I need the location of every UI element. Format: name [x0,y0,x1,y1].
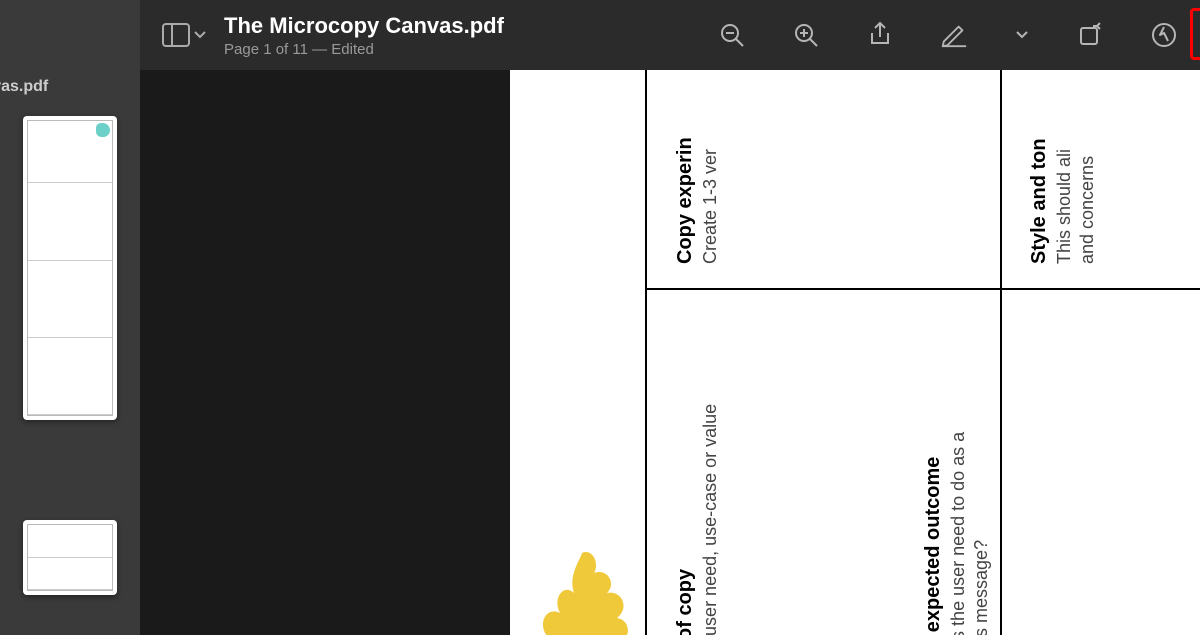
cell-purpose-of-copy: rpose of copy fine the user need, use-ca… [674,404,721,635]
main-area: The Microcopy Canvas.pdf Page 1 of 11 — … [140,0,1200,635]
rotate-button[interactable] [1076,21,1104,49]
title-block: The Microcopy Canvas.pdf Page 1 of 11 — … [224,13,504,58]
app-window: Canvas.pdf The Microcopy Canva [0,0,1200,635]
cell-copy-experiments: Copy experin Create 1-3 ver [674,137,721,264]
sidebar-filename-cut: Canvas.pdf [0,78,140,96]
toolbar-actions [718,21,1178,49]
document-viewport[interactable]: Copy experin Create 1-3 ver Style and to… [140,70,1200,635]
cell-action-outcome: tion or expected outcome hat does the us… [922,432,992,635]
sidebar-toggle-button[interactable] [162,23,206,47]
thumbnail-sidebar: Canvas.pdf [0,0,140,635]
sidebar-view-icon [162,23,190,47]
grid-line [1000,70,1002,635]
search-icon [1151,22,1177,48]
share-icon [868,21,892,49]
markup-icon [940,22,968,48]
share-button[interactable] [866,21,894,49]
zoom-in-icon [793,22,819,48]
annotation-highlight-box [1190,8,1200,60]
paint-splat-decor [532,548,632,635]
page-thumbnail-2[interactable] [23,520,117,595]
toolbar: The Microcopy Canvas.pdf Page 1 of 11 — … [140,0,1200,70]
document-subtitle: Page 1 of 11 — Edited [224,41,504,58]
chevron-down-icon [194,31,206,39]
grid-line [645,288,1200,290]
search-button[interactable] [1150,21,1178,49]
markup-menu-button[interactable] [1014,21,1030,49]
chevron-down-icon [1015,30,1029,40]
zoom-in-button[interactable] [792,21,820,49]
rotate-icon [1077,22,1103,48]
cell-style-tone: Style and ton This should ali and concer… [1028,138,1098,264]
zoom-out-icon [719,22,745,48]
markup-button[interactable] [940,21,968,49]
grid-line [645,70,647,635]
zoom-out-button[interactable] [718,21,746,49]
document-title: The Microcopy Canvas.pdf [224,13,504,39]
page-thumbnail-1[interactable] [23,116,117,420]
